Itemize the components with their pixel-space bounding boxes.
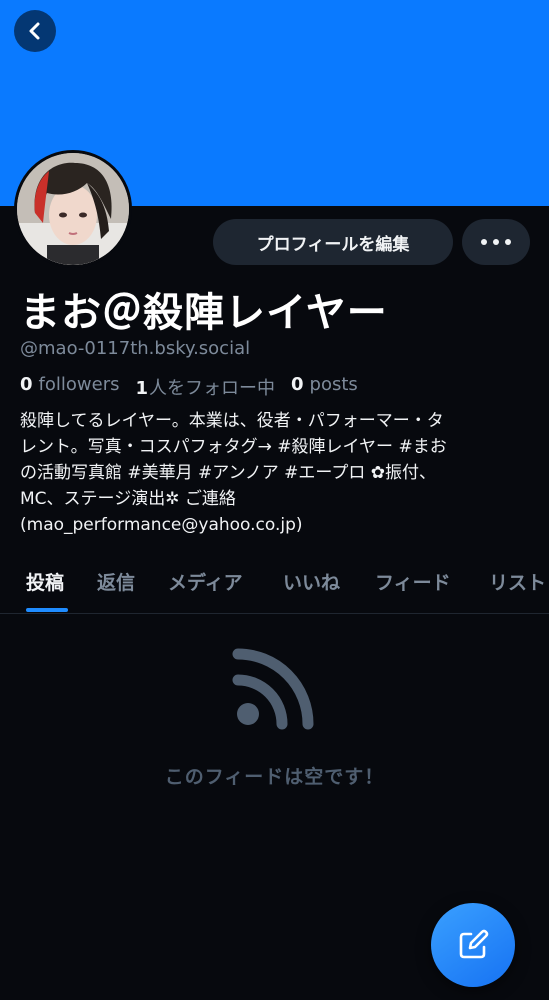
followers-count: 0: [20, 374, 33, 395]
tab-likes[interactable]: いいね: [283, 568, 340, 595]
more-options-button[interactable]: [462, 219, 530, 265]
edit-profile-label: プロフィールを編集: [256, 234, 410, 255]
chevron-left-icon: [29, 22, 40, 40]
profile-tabs: 投稿 返信 メディア いいね フィード リスト: [0, 564, 549, 614]
followers-label: followers: [38, 374, 120, 395]
tab-posts[interactable]: 投稿: [26, 568, 64, 595]
compose-button[interactable]: [431, 903, 515, 987]
profile-stats: 0 followers 1人をフォロー中 0 posts: [20, 374, 374, 400]
avatar[interactable]: [14, 150, 132, 268]
profile-handle: @mao-0117th.bsky.social: [20, 338, 251, 359]
tab-feeds[interactable]: フィード: [375, 568, 451, 595]
tab-media[interactable]: メディア: [168, 568, 243, 595]
tab-replies[interactable]: 返信: [97, 568, 135, 595]
edit-profile-button[interactable]: プロフィールを編集: [213, 219, 453, 265]
compose-icon: [459, 929, 489, 959]
rss-icon: [232, 648, 314, 730]
following-stat[interactable]: 1人をフォロー中: [135, 374, 275, 400]
back-button[interactable]: [14, 10, 56, 52]
profile-bio: 殺陣してるレイヤー。本業は、役者・パフォーマー・タ レント。写真・コスパフォタグ…: [20, 411, 447, 535]
posts-count: 0: [291, 374, 304, 395]
followers-stat[interactable]: 0 followers: [20, 374, 119, 400]
ellipsis-icon: [478, 239, 514, 245]
avatar-image: [17, 153, 129, 265]
following-label: 人をフォロー中: [149, 378, 276, 399]
posts-label: posts: [309, 374, 358, 395]
empty-feed-message: このフィードは空です！: [164, 766, 385, 788]
active-tab-indicator: [26, 608, 68, 612]
following-count: 1: [135, 378, 149, 399]
tab-lists[interactable]: リスト: [489, 568, 546, 595]
display-name: まお＠殺陣レイヤー: [20, 290, 388, 336]
posts-stat: 0 posts: [291, 374, 358, 400]
